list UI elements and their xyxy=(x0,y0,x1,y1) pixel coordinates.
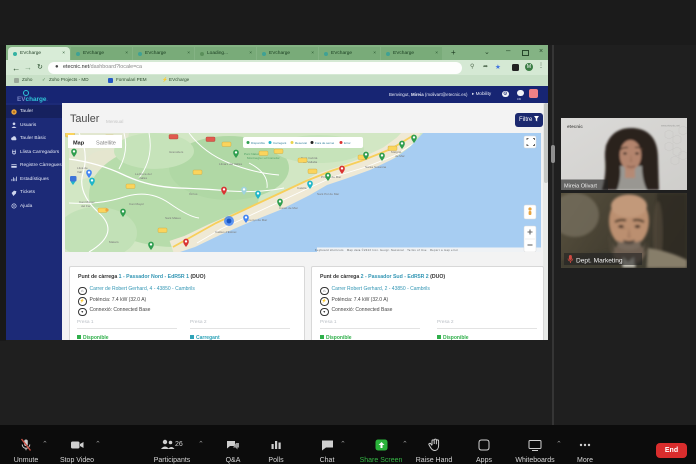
svg-text:Map: Map xyxy=(73,141,85,147)
svg-text:Mataró: Mataró xyxy=(109,240,119,244)
svg-text:Keyboard shortcuts Map data: Keyboard shortcuts Map data ©2023 Inst. … xyxy=(315,249,458,252)
svg-text:Vall: Vall xyxy=(77,170,82,174)
svg-text:Llinars del Vallès: Llinars del Vallès xyxy=(219,162,243,166)
svg-text:Vallès: Vallès xyxy=(139,176,148,180)
svg-text:Reservat: Reservat xyxy=(295,141,307,145)
svg-text:Mireia Olivart: Mireia Olivart xyxy=(564,183,597,189)
svg-text:Sant Pol de Mar: Sant Pol de Mar xyxy=(317,192,339,196)
svg-text:Montnegre i el Corredor: Montnegre i el Corredor xyxy=(247,156,280,160)
svg-text:Canet de Mar: Canet de Mar xyxy=(279,206,298,210)
svg-text:Error: Error xyxy=(344,141,351,145)
svg-text:Calella: Calella xyxy=(297,186,307,190)
svg-text:Órrius: Órrius xyxy=(189,191,198,196)
svg-text:del Far: del Far xyxy=(81,204,91,208)
svg-text:Santa Susanna: Santa Susanna xyxy=(365,165,386,169)
svg-text:26: 26 xyxy=(175,441,183,448)
svg-text:Sant Mateu: Sant Mateu xyxy=(165,216,181,220)
svg-text:Caldes d'Estrac: Caldes d'Estrac xyxy=(215,230,237,234)
svg-text:Fora de servei: Fora de servei xyxy=(315,141,335,145)
svg-text:Pineda de Mar: Pineda de Mar xyxy=(321,175,341,179)
svg-text:de Mar: de Mar xyxy=(395,154,405,158)
svg-text:Disponible: Disponible xyxy=(251,141,265,145)
svg-text:Can Mayol: Can Mayol xyxy=(129,202,144,206)
svg-text:Arenys de Mar: Arenys de Mar xyxy=(247,218,267,222)
svg-text:Dept. Marketing: Dept. Marketing xyxy=(576,258,623,265)
svg-text:Satellite: Satellite xyxy=(96,141,116,147)
svg-text:Carregant: Carregant xyxy=(273,141,287,145)
svg-text:etecnic: etecnic xyxy=(567,124,583,129)
svg-text:Granollers: Granollers xyxy=(169,150,184,154)
svg-text:www.etecnic.net: www.etecnic.net xyxy=(661,124,680,128)
